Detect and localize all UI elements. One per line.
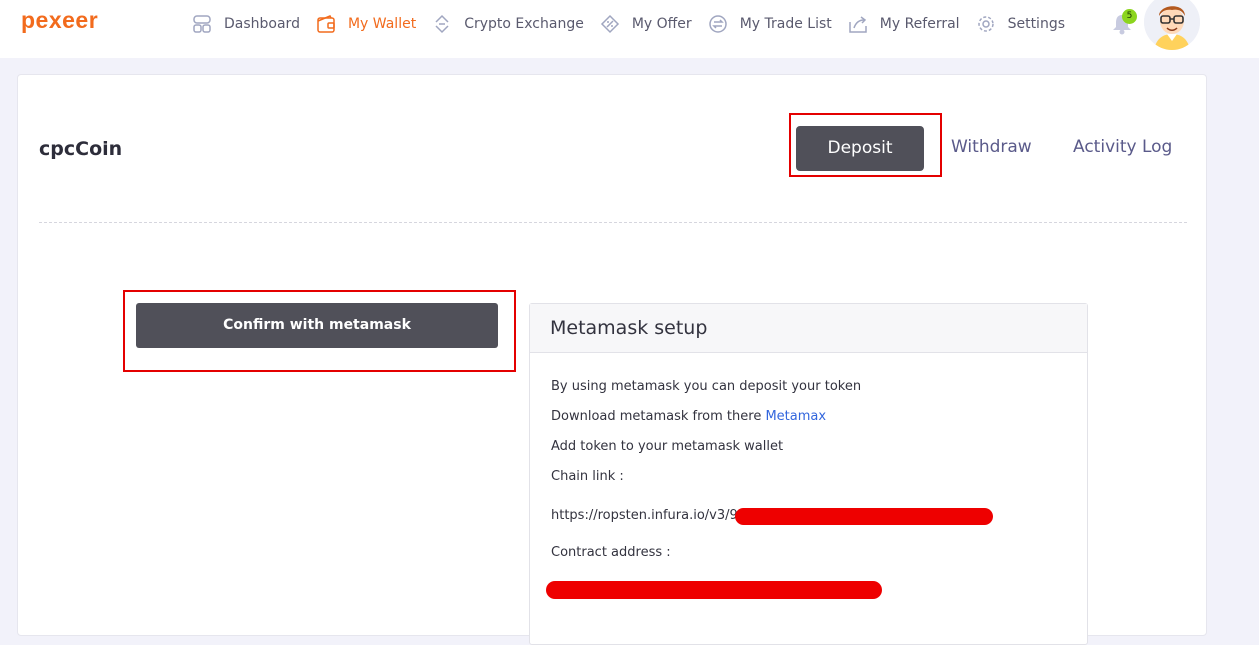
trade-list-icon <box>708 15 727 33</box>
setup-line-2: Download metamask from there Metamax <box>551 409 826 424</box>
wallet-icon <box>317 15 335 33</box>
gear-icon <box>977 16 994 32</box>
user-avatar-icon <box>1144 0 1200 50</box>
nav-my-referral[interactable]: My Referral <box>848 14 960 34</box>
tab-withdraw[interactable]: Withdraw <box>951 137 1032 157</box>
nav-label: Crypto Exchange <box>464 16 584 32</box>
nav-my-trade-list[interactable]: My Trade List <box>708 14 832 34</box>
metamax-link[interactable]: Metamax <box>765 409 826 424</box>
chain-link-label: Chain link : <box>551 469 624 484</box>
avatar[interactable] <box>1144 0 1200 50</box>
setup-line-3: Add token to your metamask wallet <box>551 439 784 454</box>
notification-badge: 5 <box>1122 9 1137 24</box>
setup-title: Metamask setup <box>530 304 1087 353</box>
nav-label: Dashboard <box>224 16 300 32</box>
nav-my-wallet[interactable]: My Wallet <box>316 14 416 34</box>
referral-icon <box>849 16 867 33</box>
chain-link-value: https://ropsten.infura.io/v3/9 <box>551 508 738 523</box>
nav-my-offer[interactable]: My Offer <box>600 14 692 34</box>
redaction-contract-address <box>546 581 882 599</box>
nav-label: My Wallet <box>347 16 417 32</box>
section-divider <box>39 222 1187 223</box>
nav-label: My Offer <box>631 16 692 32</box>
nav-label: My Trade List <box>739 16 832 32</box>
setup-line-1: By using metamask you can deposit your t… <box>551 379 862 394</box>
confirm-highlight-box <box>123 290 516 372</box>
setup-line-2-text: Download metamask from there <box>551 409 766 424</box>
nav-label: Settings <box>1007 16 1065 32</box>
nav-crypto-exchange[interactable]: Crypto Exchange <box>432 14 584 34</box>
exchange-icon <box>435 14 449 34</box>
contract-address-label: Contract address : <box>551 545 671 560</box>
metamask-setup-panel: Metamask setup By using metamask you can… <box>529 303 1088 645</box>
main-nav: Dashboard My Wallet Crypto Exchange My O… <box>192 0 1081 48</box>
wallet-card: cpcCoin Deposit Withdraw Activity Log Co… <box>17 74 1207 645</box>
dashboard-icon <box>193 15 211 33</box>
offer-icon <box>600 14 619 34</box>
brand-logo[interactable]: pexeer <box>21 7 98 34</box>
redaction-chain-link <box>735 508 993 525</box>
nav-label: My Referral <box>879 16 960 32</box>
deposit-highlight-box <box>789 113 942 177</box>
nav-settings[interactable]: Settings <box>976 14 1065 34</box>
top-navbar: pexeer Dashboard My Wallet Crypto Exchan… <box>0 0 1259 58</box>
tab-activity-log[interactable]: Activity Log <box>1073 137 1172 157</box>
nav-dashboard[interactable]: Dashboard <box>192 14 300 34</box>
coin-title: cpcCoin <box>39 138 123 160</box>
